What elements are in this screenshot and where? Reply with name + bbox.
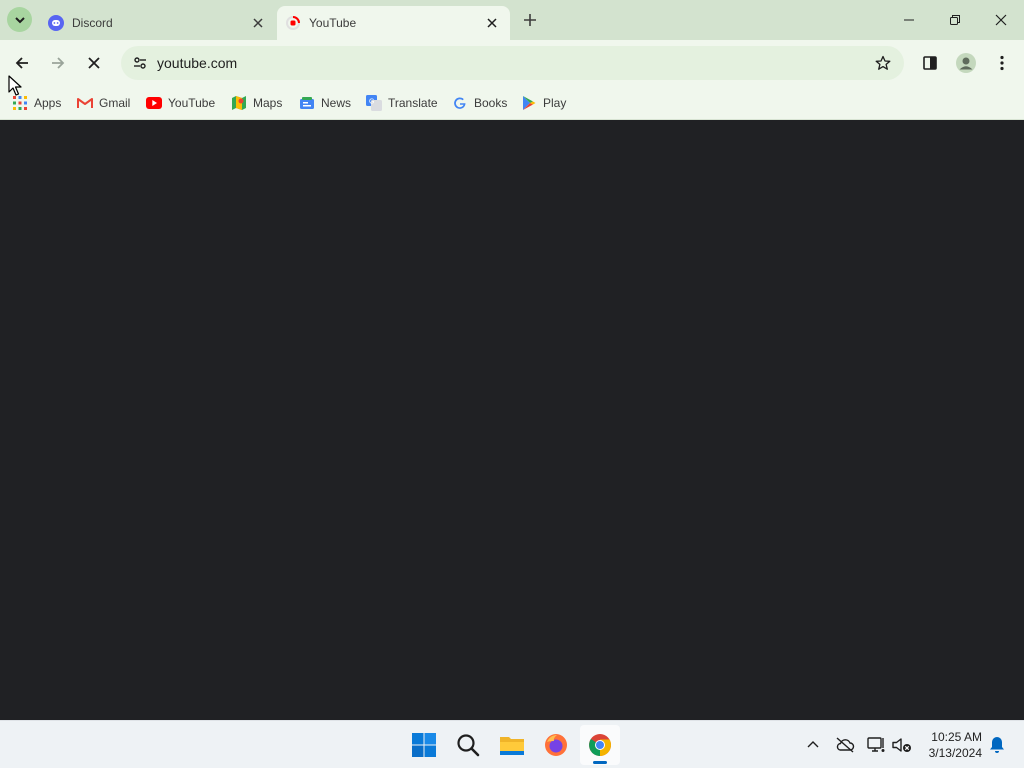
start-button[interactable] xyxy=(404,725,444,765)
show-hidden-icons-button[interactable] xyxy=(801,733,825,757)
bookmark-label: Translate xyxy=(388,96,438,110)
star-icon xyxy=(875,55,891,70)
restore-icon xyxy=(950,15,960,25)
bookmark-label: Books xyxy=(474,96,508,110)
bookmarks-bar: Apps Gmail YouTube Maps News G Translate xyxy=(0,86,1024,120)
avatar-icon xyxy=(956,53,976,73)
firefox-icon xyxy=(545,734,567,756)
stop-icon xyxy=(88,57,100,69)
bookmark-star-button[interactable] xyxy=(870,50,896,76)
chevron-up-icon xyxy=(807,741,819,748)
browser-toolbar: youtube.com xyxy=(0,40,1024,86)
volume-muted-icon xyxy=(892,738,911,752)
bookmark-news[interactable]: News xyxy=(299,91,351,115)
tab-search-button[interactable] xyxy=(7,7,32,32)
url-text[interactable]: youtube.com xyxy=(157,55,237,71)
news-icon xyxy=(299,95,315,111)
arrow-right-icon xyxy=(52,57,65,69)
bookmark-play[interactable]: Play xyxy=(521,91,566,115)
firefox-button[interactable] xyxy=(536,725,576,765)
tune-icon xyxy=(134,57,146,69)
chrome-button[interactable] xyxy=(580,725,620,765)
translate-icon: G xyxy=(366,95,382,111)
search-icon xyxy=(457,734,480,757)
profile-button[interactable] xyxy=(950,47,982,79)
address-bar[interactable]: youtube.com xyxy=(121,46,904,80)
page-content xyxy=(0,121,1024,720)
bookmark-books[interactable]: Books xyxy=(452,91,507,115)
taskbar: 10:25 AM 3/13/2024 xyxy=(0,720,1024,768)
bell-icon xyxy=(990,737,1004,753)
svg-text:G: G xyxy=(369,99,374,106)
volume-button[interactable] xyxy=(890,733,914,757)
menu-button[interactable] xyxy=(986,47,1018,79)
bookmark-label: YouTube xyxy=(168,96,216,110)
file-explorer-icon xyxy=(500,737,524,755)
bookmark-translate[interactable]: G Translate xyxy=(366,91,438,115)
minimize-button[interactable] xyxy=(886,0,932,40)
gmail-icon xyxy=(77,95,93,111)
bookmark-label: News xyxy=(321,96,352,110)
arrow-left-icon xyxy=(15,57,28,69)
maps-icon xyxy=(231,95,247,111)
bookmark-label: Play xyxy=(543,96,567,110)
taskbar-clock[interactable]: 10:25 AM 3/13/2024 xyxy=(920,729,982,761)
bookmark-maps[interactable]: Maps xyxy=(231,91,282,115)
discord-icon xyxy=(48,15,64,31)
side-panel-icon xyxy=(923,56,937,70)
bookmark-youtube[interactable]: YouTube xyxy=(146,91,215,115)
start-icon xyxy=(412,733,436,757)
google-icon xyxy=(452,95,468,111)
plus-icon xyxy=(524,14,536,26)
monitor-network-icon xyxy=(867,737,885,752)
tab-title: Discord xyxy=(72,16,113,30)
close-tab-icon[interactable] xyxy=(248,13,268,33)
mouse-cursor-icon xyxy=(8,75,22,96)
active-app-indicator xyxy=(593,761,607,764)
bookmark-label: Maps xyxy=(253,96,283,110)
site-info-button[interactable] xyxy=(127,50,153,76)
bookmark-label: Gmail xyxy=(99,96,131,110)
close-tab-icon[interactable] xyxy=(482,13,502,33)
minimize-icon xyxy=(904,19,914,21)
side-panel-button[interactable] xyxy=(914,47,946,79)
clock-time: 10:25 AM xyxy=(931,730,982,744)
stop-loading-button[interactable] xyxy=(78,47,110,79)
new-tab-button[interactable] xyxy=(518,8,542,32)
network-button[interactable] xyxy=(865,733,889,757)
close-window-button[interactable] xyxy=(978,0,1024,40)
onedrive-button[interactable] xyxy=(833,733,857,757)
tab-discord[interactable]: Discord xyxy=(40,6,276,40)
bookmark-gmail[interactable]: Gmail xyxy=(77,91,130,115)
notifications-button[interactable] xyxy=(985,733,1009,757)
cloud-off-icon xyxy=(836,737,855,753)
taskbar-search-button[interactable] xyxy=(448,725,488,765)
close-icon xyxy=(995,14,1007,26)
more-vert-icon xyxy=(1000,55,1004,71)
bookmark-label: Apps xyxy=(34,96,62,110)
clock-date: 3/13/2024 xyxy=(928,746,982,760)
youtube-loading-icon xyxy=(285,15,301,31)
play-store-icon xyxy=(521,95,537,111)
forward-button[interactable] xyxy=(42,47,74,79)
tab-youtube[interactable]: YouTube xyxy=(277,6,510,40)
chevron-down-icon xyxy=(14,16,25,23)
tab-title: YouTube xyxy=(309,16,357,30)
file-explorer-button[interactable] xyxy=(492,725,532,765)
restore-button[interactable] xyxy=(932,0,978,40)
chrome-icon xyxy=(589,734,611,756)
youtube-icon xyxy=(146,95,162,111)
tab-strip: Discord YouTube xyxy=(0,0,1024,40)
apps-grid-icon xyxy=(12,95,28,111)
